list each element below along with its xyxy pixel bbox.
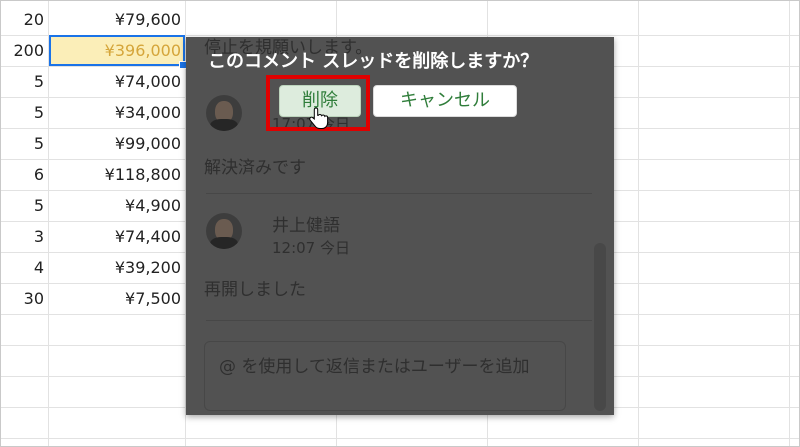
comment-author: 井上健語 <box>272 216 340 236</box>
grid-col-line <box>789 1 790 446</box>
cell-amount[interactable]: ¥74,000 <box>49 66 185 97</box>
cell-amount[interactable]: ¥99,000 <box>49 128 185 159</box>
hand-pointer-icon <box>309 107 329 129</box>
user-avatar <box>206 95 242 131</box>
reply-input[interactable]: @ を使用して返信またはユーザーを追加 <box>204 341 566 411</box>
cell-qty[interactable]: 30 <box>1 283 48 314</box>
comment-body: 解決済みです <box>204 158 306 178</box>
cell-amount[interactable]: ¥79,600 <box>49 4 185 35</box>
delete-confirm-title: このコメント スレッドを削除しますか？ <box>208 51 539 72</box>
cell-amount[interactable]: ¥74,400 <box>49 221 185 252</box>
cell-qty[interactable]: 20 <box>1 4 48 35</box>
cell-amount-selected[interactable]: ¥396,000 <box>49 35 185 66</box>
cell-qty[interactable]: 5 <box>1 190 48 221</box>
comment-divider <box>206 193 592 194</box>
cell-qty[interactable]: 4 <box>1 252 48 283</box>
comment-timestamp: 12:07 今日 <box>272 239 350 257</box>
avatar-body <box>210 237 238 249</box>
panel-scrollbar[interactable] <box>594 243 606 411</box>
comment-divider <box>206 320 592 321</box>
user-avatar <box>206 213 242 249</box>
cell-amount[interactable]: ¥34,000 <box>49 97 185 128</box>
cell-amount[interactable]: ¥118,800 <box>49 159 185 190</box>
cell-qty[interactable]: 5 <box>1 66 48 97</box>
cell-amount[interactable]: ¥4,900 <box>49 190 185 221</box>
avatar-body <box>210 119 238 131</box>
screenshot-frame: 20 ¥79,600 200 ¥396,000 5 ¥74,000 5 ¥34,… <box>0 0 800 447</box>
cell-qty[interactable]: 3 <box>1 221 48 252</box>
grid-row-line <box>1 438 799 439</box>
cell-qty[interactable]: 5 <box>1 97 48 128</box>
cell-amount[interactable]: ¥39,200 <box>49 252 185 283</box>
cell-qty[interactable]: 200 <box>1 35 48 66</box>
cell-qty[interactable]: 6 <box>1 159 48 190</box>
cell-qty[interactable]: 5 <box>1 128 48 159</box>
grid-col-line <box>638 1 639 446</box>
comment-body: 再開しました <box>204 280 306 300</box>
cell-amount[interactable]: ¥7,500 <box>49 283 185 314</box>
cancel-button[interactable]: キャンセル <box>373 85 517 117</box>
